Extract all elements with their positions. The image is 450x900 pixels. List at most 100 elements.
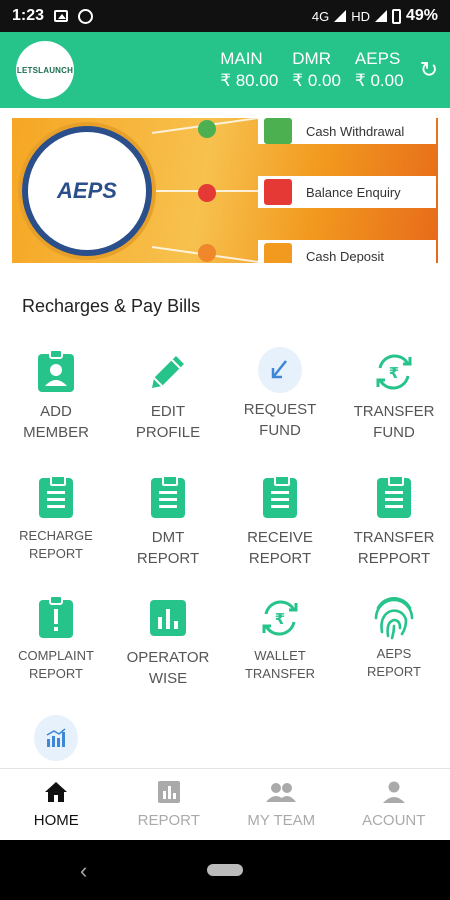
tile-label: TRANSFER bbox=[244, 666, 316, 681]
wallet-main: MAIN ₹ 80.00 bbox=[220, 49, 278, 91]
cash-deposit-icon bbox=[264, 243, 292, 263]
wallet-dmr: DMR ₹ 0.00 bbox=[292, 49, 341, 91]
tile-add-member[interactable]: ADD MEMBER bbox=[0, 350, 112, 443]
tile-label: REPORT bbox=[248, 550, 312, 567]
wallet-value: ₹ 80.00 bbox=[220, 71, 279, 90]
report-icon bbox=[258, 475, 302, 520]
tile-request-fund[interactable]: REQUEST FUND bbox=[224, 347, 336, 441]
svg-text:₹: ₹ bbox=[389, 364, 399, 382]
tile-label: TRANSFER bbox=[353, 529, 435, 546]
wallet-value: ₹ 0.00 bbox=[292, 71, 341, 90]
tile-transfer-report[interactable]: TRANSFER REPPORT bbox=[338, 475, 450, 569]
tile-label: REQUEST bbox=[243, 401, 317, 418]
aeps-logo: AEPS bbox=[22, 126, 152, 256]
tile-label: REPORT bbox=[367, 664, 421, 679]
aeps-banner[interactable]: AEPS Cash Withdrawal Balance Enquiry Cas… bbox=[12, 118, 438, 263]
tile-label: PROFILE bbox=[135, 424, 201, 441]
nav-label: ACOUNT bbox=[362, 812, 426, 829]
bottom-nav: HOME REPORT MY TEAM ACOUNT bbox=[0, 768, 450, 840]
fingerprint-icon bbox=[372, 594, 416, 640]
team-icon bbox=[266, 780, 297, 804]
home-pill[interactable] bbox=[207, 864, 243, 876]
signal-icon-2 bbox=[374, 10, 387, 22]
tile-dmt-report[interactable]: DMT REPORT bbox=[112, 475, 224, 569]
analytics-bubble bbox=[34, 715, 78, 761]
node-orange bbox=[198, 244, 216, 262]
nav-label: REPORT bbox=[137, 812, 200, 829]
node-red bbox=[198, 184, 216, 202]
aeps-logo-text: AEPS bbox=[57, 178, 117, 203]
tile-label: REPPORT bbox=[357, 550, 431, 567]
tile-label: MEMBER bbox=[23, 424, 89, 441]
tile-wallet-transfer[interactable]: ₹ WALLET TRANSFER bbox=[224, 596, 336, 683]
tile-edit-profile[interactable]: EDIT PROFILE bbox=[112, 350, 224, 443]
nav-home[interactable]: HOME bbox=[0, 769, 113, 840]
wallet-label: AEPS bbox=[354, 49, 401, 68]
wallet-label: DMR bbox=[292, 49, 331, 68]
system-nav-bar: ‹ bbox=[0, 840, 450, 900]
nav-label: HOME bbox=[33, 812, 79, 829]
rupee-transfer-icon: ₹ bbox=[372, 350, 416, 394]
tile-operator-wise[interactable]: OPERATOR WISE bbox=[112, 596, 224, 689]
nav-label: MY TEAM bbox=[247, 812, 316, 829]
tile-label: FUND bbox=[259, 422, 301, 439]
tile-label: ADD bbox=[40, 403, 72, 420]
tile-label: REPORT bbox=[29, 546, 83, 561]
status-bar: 1:23 4G HD 49% bbox=[0, 0, 450, 32]
tile-transfer-fund[interactable]: ₹ TRANSFER FUND bbox=[338, 350, 450, 443]
section-title: Recharges & Pay Bills bbox=[22, 296, 201, 316]
node-green bbox=[198, 120, 216, 138]
status-time: 1:23 bbox=[12, 7, 45, 24]
report-chart-icon bbox=[157, 780, 180, 804]
tile-aeps-report[interactable]: AEPS REPORT bbox=[338, 594, 450, 681]
app-header: LETSLAUNCH MAIN ₹ 80.00 DMR ₹ 0.00 AEPS … bbox=[0, 32, 450, 108]
nav-my-team[interactable]: MY TEAM bbox=[225, 769, 338, 840]
tile-label: COMPLAINT bbox=[18, 648, 94, 663]
report-icon bbox=[372, 475, 416, 520]
refresh-icon[interactable]: ↻ bbox=[420, 59, 438, 81]
complaint-icon bbox=[34, 596, 78, 640]
add-member-icon bbox=[34, 350, 78, 394]
app-notification-icon bbox=[78, 8, 94, 24]
tile-label: EDIT bbox=[150, 403, 186, 420]
request-fund-bubble bbox=[258, 347, 302, 393]
logo-text: LETSLAUNCH bbox=[16, 65, 74, 75]
banner-service-balance-enquiry: Balance Enquiry bbox=[258, 176, 436, 208]
tile-label: REPORT bbox=[136, 550, 200, 567]
signal-icon bbox=[334, 10, 347, 22]
tile-label: WISE bbox=[148, 670, 188, 687]
service-label: Cash Deposit bbox=[306, 248, 385, 264]
account-icon bbox=[382, 780, 405, 804]
nav-account[interactable]: ACOUNT bbox=[338, 769, 450, 840]
tile-label: DMT bbox=[151, 529, 185, 546]
battery-icon bbox=[391, 8, 401, 24]
report-icon bbox=[146, 475, 190, 520]
service-label: Balance Enquiry bbox=[306, 184, 401, 200]
tile-complaint-report[interactable]: COMPLAINT REPORT bbox=[0, 596, 112, 683]
back-arrow-icon[interactable]: ‹ bbox=[80, 858, 87, 884]
rupee-transfer-icon: ₹ bbox=[258, 596, 302, 640]
svg-text:₹: ₹ bbox=[275, 610, 285, 628]
nav-report[interactable]: REPORT bbox=[113, 769, 226, 840]
request-fund-icon bbox=[258, 347, 302, 393]
tile-label: FUND bbox=[373, 424, 415, 441]
tile-analytics[interactable] bbox=[0, 715, 112, 761]
wallet-value: ₹ 0.00 bbox=[354, 71, 404, 90]
report-icon bbox=[34, 475, 78, 520]
bar-chart-icon bbox=[146, 596, 190, 640]
tile-label: REPORT bbox=[29, 666, 83, 681]
network-type: 4G bbox=[311, 8, 330, 24]
hd-indicator: HD bbox=[351, 8, 370, 24]
tile-label: AEPS bbox=[376, 646, 412, 661]
wallet-aeps: AEPS ₹ 0.00 bbox=[355, 49, 404, 91]
wallet-balances: MAIN ₹ 80.00 DMR ₹ 0.00 AEPS ₹ 0.00 bbox=[220, 49, 403, 91]
tile-receive-report[interactable]: RECEIVE REPORT bbox=[224, 475, 336, 569]
cash-withdrawal-icon bbox=[264, 118, 292, 144]
wallet-label: MAIN bbox=[220, 49, 263, 68]
tile-recharge-report[interactable]: RECHARGE REPORT bbox=[0, 475, 112, 563]
banner-service-cash-deposit: Cash Deposit bbox=[258, 240, 436, 263]
battery-percent: 49% bbox=[405, 7, 438, 24]
service-label: Cash Withdrawal bbox=[306, 123, 405, 139]
home-icon bbox=[44, 780, 68, 804]
edit-icon bbox=[146, 350, 190, 394]
